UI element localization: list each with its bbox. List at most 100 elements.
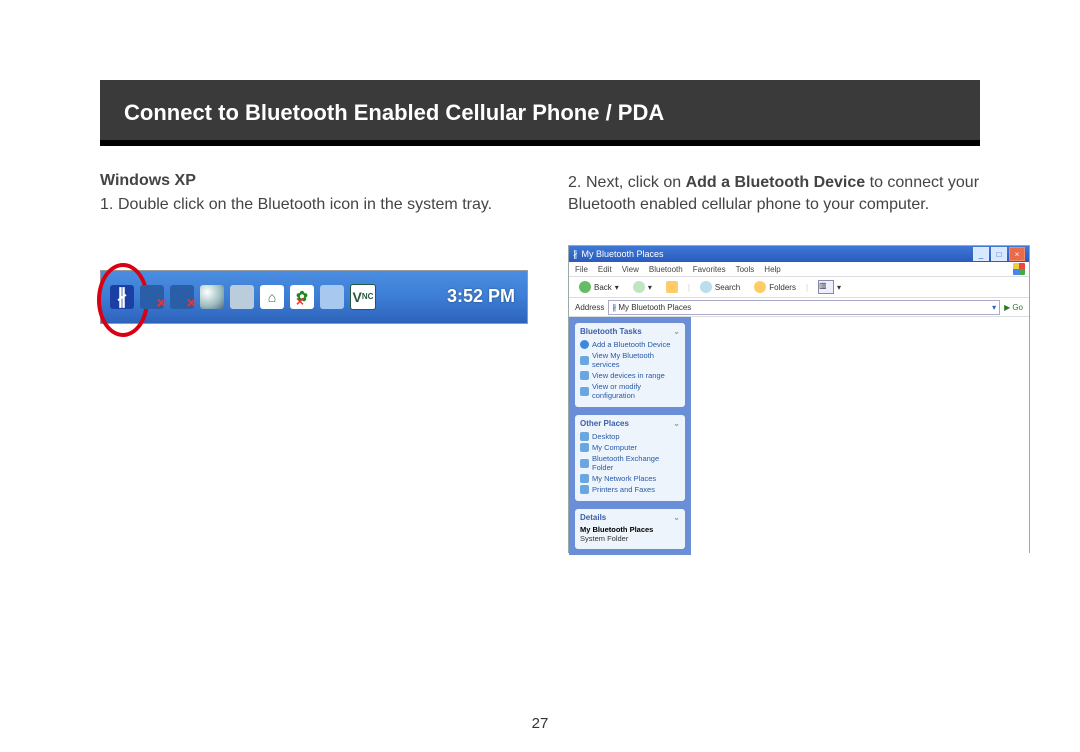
search-label: Search (715, 283, 740, 292)
step-2: 2.Next, click on Add a Bluetooth Device … (568, 172, 1030, 215)
add-icon (580, 340, 589, 349)
home-icon[interactable]: ⌂ (260, 285, 284, 309)
link-label: Add a Bluetooth Device (592, 340, 670, 349)
up-icon (666, 281, 678, 293)
step-2-number: 2. (568, 172, 586, 194)
window-titlebar[interactable]: ∦ My Bluetooth Places _ □ × (569, 246, 1029, 262)
side-panel: Bluetooth Tasks⌄ Add a Bluetooth Device … (569, 317, 691, 555)
back-button[interactable]: Back ▾ (575, 280, 623, 294)
link-icon (580, 485, 589, 494)
menu-tools[interactable]: Tools (736, 265, 755, 274)
link-label: Desktop (592, 432, 620, 441)
disc-icon[interactable] (200, 285, 224, 309)
my-computer-link[interactable]: My Computer (580, 442, 680, 453)
chevron-icon: ⌄ (673, 419, 680, 428)
folders-icon (754, 281, 766, 293)
exchange-folder-link[interactable]: Bluetooth Exchange Folder (580, 453, 680, 473)
menu-edit[interactable]: Edit (598, 265, 612, 274)
step-2-bold: Add a Bluetooth Device (686, 174, 866, 191)
panel-header[interactable]: Bluetooth Tasks ⌄ (580, 327, 680, 336)
bluetooth-tray-icon[interactable]: ∦ (110, 285, 134, 309)
minimize-button[interactable]: _ (973, 247, 989, 261)
window-title: My Bluetooth Places (582, 249, 664, 259)
views-button[interactable]: ▥▾ (814, 279, 845, 295)
go-button[interactable]: ▶ Go (1004, 303, 1023, 312)
up-button[interactable] (662, 280, 682, 294)
link-icon (580, 371, 589, 380)
link-label: View My Bluetooth services (592, 351, 680, 369)
chevron-icon: ⌄ (673, 327, 680, 336)
page-number: 27 (0, 715, 1080, 732)
search-icon (700, 281, 712, 293)
go-label: Go (1012, 303, 1023, 312)
bluetooth-tasks-panel: Bluetooth Tasks⌄ Add a Bluetooth Device … (575, 323, 685, 407)
address-field[interactable]: ∦ My Bluetooth Places ▾ (608, 300, 1000, 315)
bluetooth-icon: ∦ (612, 303, 616, 312)
forward-button[interactable]: ▾ (629, 280, 656, 294)
menu-help[interactable]: Help (764, 265, 780, 274)
menu-bar: File Edit View Bluetooth Favorites Tools… (569, 262, 1029, 277)
address-bar: Address ∦ My Bluetooth Places ▾ ▶ Go (569, 298, 1029, 317)
windows-logo-icon (1013, 263, 1025, 275)
address-label: Address (575, 303, 604, 312)
link-label: My Computer (592, 443, 637, 452)
av-icon[interactable]: ✿ (290, 285, 314, 309)
link-label: My Network Places (592, 474, 656, 483)
system-tray: ∦ ⌂ ✿ VNC 3:52 PM (101, 271, 527, 323)
desktop-link[interactable]: Desktop (580, 431, 680, 442)
menu-view[interactable]: View (622, 265, 639, 274)
link-icon (580, 432, 589, 441)
maximize-button[interactable]: □ (991, 247, 1007, 261)
link-label: Printers and Faxes (592, 485, 655, 494)
view-range-link[interactable]: View devices in range (580, 370, 680, 381)
vnc-icon[interactable]: VNC (350, 284, 376, 310)
chevron-icon: ⌄ (673, 513, 680, 522)
step-1: 1.Double click on the Bluetooth icon in … (100, 194, 528, 216)
menu-favorites[interactable]: Favorites (693, 265, 726, 274)
link-label: View or modify configuration (592, 382, 680, 400)
bluetooth-icon: ∦ (117, 284, 127, 309)
link-icon (580, 356, 589, 365)
panel-title: Details (580, 513, 606, 522)
explorer-window: ∦ My Bluetooth Places _ □ × File Edit Vi… (568, 245, 1030, 553)
step-1-text: Double click on the Bluetooth icon in th… (118, 196, 492, 213)
search-button[interactable]: Search (696, 280, 744, 294)
back-icon (579, 281, 591, 293)
add-bluetooth-device-link[interactable]: Add a Bluetooth Device (580, 339, 680, 350)
other-places-panel: Other Places ⌄ Desktop My Computer Blueto… (575, 415, 685, 501)
content-columns: Windows XP 1.Double click on the Bluetoo… (100, 172, 980, 553)
scheduler-icon[interactable] (320, 285, 344, 309)
right-column: 2.Next, click on Add a Bluetooth Device … (568, 172, 1030, 553)
network-disconnected-icon[interactable] (140, 285, 164, 309)
view-services-link[interactable]: View My Bluetooth services (580, 350, 680, 370)
folders-label: Folders (769, 283, 796, 292)
forward-icon (633, 281, 645, 293)
network-places-link[interactable]: My Network Places (580, 473, 680, 484)
details-type: System Folder (580, 534, 628, 543)
details-text: My Bluetooth Places System Folder (580, 525, 680, 543)
link-icon (580, 459, 589, 468)
step-1-number: 1. (100, 194, 118, 216)
link-icon (580, 443, 589, 452)
printer-icon[interactable] (230, 285, 254, 309)
panel-title: Other Places (580, 419, 629, 428)
panel-header[interactable]: Other Places ⌄ (580, 419, 680, 428)
menu-file[interactable]: File (575, 265, 588, 274)
details-panel: Details ⌄ My Bluetooth Places System Fold… (575, 509, 685, 549)
content-pane[interactable] (691, 317, 1029, 555)
view-config-link[interactable]: View or modify configuration (580, 381, 680, 401)
printers-faxes-link[interactable]: Printers and Faxes (580, 484, 680, 495)
menu-bluetooth[interactable]: Bluetooth (649, 265, 683, 274)
details-name: My Bluetooth Places (580, 525, 653, 534)
toolbar: Back ▾ ▾ | Search Folders | ▥▾ (569, 277, 1029, 298)
panel-title: Bluetooth Tasks (580, 327, 642, 336)
back-label: Back (594, 283, 612, 292)
system-clock[interactable]: 3:52 PM (447, 286, 515, 307)
folders-button[interactable]: Folders (750, 280, 800, 294)
panel-header[interactable]: Details ⌄ (580, 513, 680, 522)
close-button[interactable]: × (1009, 247, 1025, 261)
link-icon (580, 387, 589, 396)
link-label: View devices in range (592, 371, 665, 380)
network-disconnected-icon-2[interactable] (170, 285, 194, 309)
left-column: Windows XP 1.Double click on the Bluetoo… (100, 172, 528, 553)
